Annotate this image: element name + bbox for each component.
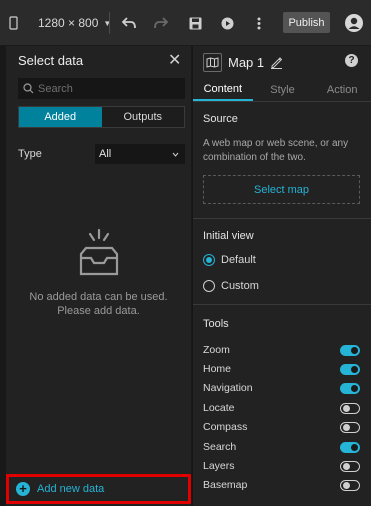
chevron-down-icon xyxy=(172,152,179,157)
toggle-switch[interactable] xyxy=(340,441,360,453)
tools-title: Tools xyxy=(203,318,229,330)
widget-title: Map 1 xyxy=(228,55,265,70)
empty-inbox-icon xyxy=(68,228,128,285)
widget-header: Map 1 xyxy=(203,53,283,72)
radio-default[interactable]: Default xyxy=(203,254,256,266)
tool-label: Basemap xyxy=(203,479,248,491)
help-icon[interactable]: ? xyxy=(345,54,358,67)
radio-label: Default xyxy=(221,254,256,266)
empty-state-message: No added data can be used. Please add da… xyxy=(6,290,191,318)
add-new-data-button[interactable]: + Add new data xyxy=(6,474,191,504)
toggle-switch[interactable] xyxy=(340,460,360,472)
toggle-switch[interactable] xyxy=(340,382,360,394)
toggle-switch[interactable] xyxy=(340,421,360,433)
search-icon xyxy=(23,83,34,94)
select-map-button[interactable]: Select map xyxy=(203,175,360,204)
save-icon[interactable] xyxy=(187,0,203,46)
map-icon xyxy=(203,53,222,72)
radio-custom[interactable]: Custom xyxy=(203,280,259,292)
avatar-icon[interactable] xyxy=(344,0,364,46)
source-title: Source xyxy=(203,113,238,125)
map-settings-panel: Map 1 ? Content Style Action Source A we… xyxy=(192,46,371,506)
add-new-data-label: Add new data xyxy=(37,483,105,495)
radio-button xyxy=(203,280,215,292)
tool-label: Navigation xyxy=(203,382,253,394)
publish-button[interactable]: Publish xyxy=(283,12,330,33)
type-select[interactable]: All xyxy=(95,144,185,164)
edit-pencil-icon[interactable] xyxy=(270,56,283,69)
initial-view-title: Initial view xyxy=(203,230,254,242)
top-toolbar: 1280 × 800 ▼ Publish xyxy=(0,0,371,46)
type-label: Type xyxy=(18,148,42,160)
source-description: A web map or web scene, or any combinati… xyxy=(203,138,349,163)
toggle-switch[interactable] xyxy=(340,402,360,414)
toolbar-divider xyxy=(109,12,110,34)
tool-row-search: Search xyxy=(203,439,360,455)
search-box xyxy=(18,78,185,99)
tool-label: Layers xyxy=(203,460,235,472)
toggle-switch[interactable] xyxy=(340,344,360,356)
tool-row-navigation: Navigation xyxy=(203,380,360,396)
plus-icon: + xyxy=(16,482,30,496)
tool-row-layers: Layers xyxy=(203,458,360,474)
tool-label: Home xyxy=(203,363,232,375)
empty-text-line2: Please add data. xyxy=(57,305,140,317)
tool-label: Zoom xyxy=(203,344,230,356)
tool-row-zoom: Zoom xyxy=(203,342,360,358)
settings-tabs: Content Style Action xyxy=(193,78,371,102)
divider xyxy=(193,304,371,305)
tab-added[interactable]: Added xyxy=(19,107,102,127)
panel-title: Select data xyxy=(18,53,84,68)
more-vertical-icon[interactable] xyxy=(253,0,265,46)
empty-text-line1: No added data can be used. xyxy=(29,291,168,303)
resolution-dropdown[interactable]: 1280 × 800 ▼ xyxy=(38,0,111,46)
close-icon[interactable]: ✕ xyxy=(168,50,181,70)
tool-row-locate: Locate xyxy=(203,400,360,416)
toggle-switch[interactable] xyxy=(340,479,360,491)
radio-label: Custom xyxy=(221,280,259,292)
tab-style[interactable]: Style xyxy=(253,78,313,101)
undo-icon[interactable] xyxy=(121,0,137,46)
device-icon[interactable] xyxy=(6,0,20,46)
resolution-label: 1280 × 800 xyxy=(38,16,99,30)
radio-button xyxy=(203,254,215,266)
tool-row-compass: Compass xyxy=(203,419,360,435)
tool-row-basemap: Basemap xyxy=(203,477,360,493)
select-data-panel: Select data ✕ Added Outputs Type All No … xyxy=(6,46,191,506)
redo-icon[interactable] xyxy=(153,0,169,46)
tab-content[interactable]: Content xyxy=(193,78,253,101)
tab-outputs[interactable]: Outputs xyxy=(101,107,184,127)
tool-row-home: Home xyxy=(203,361,360,377)
divider xyxy=(193,218,371,219)
chevron-down-icon: ▼ xyxy=(103,18,112,28)
type-select-value: All xyxy=(99,148,112,160)
data-source-tabs: Added Outputs xyxy=(18,106,185,128)
preview-icon[interactable] xyxy=(219,0,235,46)
tab-action[interactable]: Action xyxy=(312,78,371,101)
tool-label: Locate xyxy=(203,402,235,414)
tool-label: Compass xyxy=(203,421,248,433)
toggle-switch[interactable] xyxy=(340,363,360,375)
search-input[interactable] xyxy=(38,82,178,95)
tool-label: Search xyxy=(203,441,237,453)
